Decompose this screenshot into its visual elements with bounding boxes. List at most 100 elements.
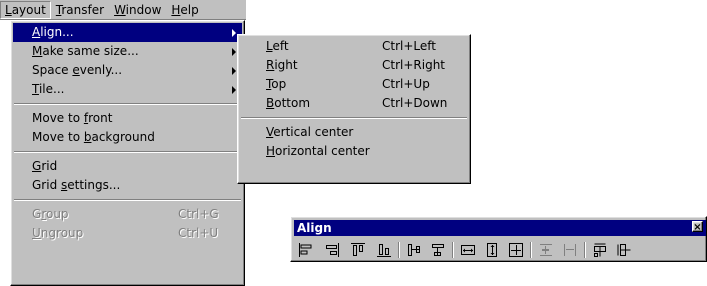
item-text: eft: [272, 39, 289, 53]
toolbar-titlebar[interactable]: Align ×: [294, 220, 706, 236]
item-shortcut: Ctrl+Left: [382, 39, 436, 53]
menu-item-make-same-size[interactable]: Make same size...: [13, 42, 242, 61]
menu-transfer[interactable]: Transfer: [51, 1, 109, 19]
align-horizontal-center-icon: [432, 244, 444, 256]
align-vertical-center-button[interactable]: [405, 241, 423, 259]
toolbar-separator: [584, 242, 586, 258]
align-horizontal-center-button[interactable]: [429, 241, 447, 259]
item-mnemonic: B: [266, 96, 275, 110]
align-left-button[interactable]: [297, 241, 315, 259]
layout-menu: Align... Make same size... Space evenly.…: [10, 20, 245, 286]
menu-window[interactable]: Window: [109, 1, 166, 19]
menu-layout[interactable]: Layout: [0, 0, 51, 19]
menu-help-label: elp: [180, 2, 199, 17]
align-left-icon: [299, 243, 312, 257]
item-text: ackground: [91, 130, 155, 144]
submenu-arrow-icon: [232, 67, 236, 75]
menu-item-move-to-background[interactable]: Move to background: [13, 128, 242, 147]
menu-separator: [14, 199, 241, 201]
toolbar-separator: [398, 242, 400, 258]
submenu-item-top[interactable]: Top Ctrl+Up: [240, 75, 468, 94]
space-evenly-vertical-button[interactable]: [537, 241, 555, 259]
toolbar-title: Align: [297, 221, 332, 235]
submenu-item-right[interactable]: Right Ctrl+Right: [240, 56, 468, 75]
menu-window-label: indow: [125, 2, 162, 17]
menu-bar: Layout Transfer Window Help: [0, 0, 246, 20]
item-mnemonic: G: [32, 159, 42, 173]
same-height-icon: [487, 243, 497, 257]
submenu-item-left[interactable]: Left Ctrl+Left: [240, 37, 468, 56]
submenu-arrow-icon: [232, 86, 236, 94]
toolbar-buttons: [297, 241, 706, 259]
menu-item-ungroup[interactable]: Ungroup Ctrl+U: [13, 224, 242, 243]
item-text: op: [271, 77, 287, 91]
item-mnemonic: A: [32, 25, 41, 39]
same-width-button[interactable]: [459, 241, 477, 259]
menu-item-group[interactable]: Group Ctrl+G: [13, 205, 242, 224]
submenu-arrow-icon: [232, 29, 236, 37]
item-text: ettings...: [67, 178, 121, 192]
align-toolbar: Align ×: [290, 216, 707, 262]
menu-transfer-label: ransfer: [61, 2, 105, 17]
menu-item-grid-settings[interactable]: Grid settings...: [13, 176, 242, 195]
align-vertical-center-icon: [408, 244, 420, 256]
submenu-item-bottom[interactable]: Bottom Ctrl+Down: [240, 94, 468, 113]
align-top-icon: [351, 243, 365, 256]
align-bottom-button[interactable]: [375, 241, 393, 259]
item-text: ight: [274, 58, 298, 72]
menu-separator: [241, 117, 467, 119]
item-text: ertical center: [273, 125, 354, 139]
tile-horizontal-icon: [617, 244, 631, 256]
menu-item-tile[interactable]: Tile...: [13, 80, 242, 99]
item-text-pre: G: [32, 207, 42, 221]
submenu-item-horizontal-center[interactable]: Horizontal center: [240, 142, 468, 161]
tile-vertical-icon: [594, 243, 606, 257]
align-top-button[interactable]: [349, 241, 367, 259]
submenu-item-vertical-center[interactable]: Vertical center: [240, 123, 468, 142]
align-submenu: Left Ctrl+Left Right Ctrl+Right Top Ctrl…: [237, 34, 471, 184]
space-evenly-horizontal-icon: [564, 244, 576, 256]
menu-item-grid[interactable]: Grid: [13, 157, 242, 176]
menu-item-align[interactable]: Align...: [13, 23, 242, 42]
item-shortcut: Ctrl+Right: [382, 58, 446, 72]
align-right-icon: [326, 243, 339, 257]
close-icon: ×: [693, 222, 702, 233]
item-text: ront: [88, 111, 113, 125]
item-mnemonic: H: [266, 144, 276, 158]
menu-layout-mnemonic: L: [5, 2, 12, 17]
same-height-button[interactable]: [483, 241, 501, 259]
item-mnemonic: T: [32, 82, 39, 96]
item-text: ngroup: [40, 226, 84, 240]
same-width-icon: [461, 245, 475, 255]
item-text-pre: Move to: [32, 111, 84, 125]
menu-item-space-evenly[interactable]: Space evenly...: [13, 61, 242, 80]
align-bottom-icon: [377, 244, 391, 257]
item-text: orizontal center: [275, 144, 370, 158]
tile-horizontal-button[interactable]: [615, 241, 633, 259]
item-shortcut: Ctrl+U: [178, 226, 219, 240]
same-size-button[interactable]: [507, 241, 525, 259]
item-text: ile...: [38, 82, 65, 96]
item-mnemonic: U: [32, 226, 41, 240]
menu-layout-label: ayout: [11, 2, 46, 17]
item-text: ottom: [274, 96, 311, 110]
close-button[interactable]: ×: [692, 221, 703, 233]
tile-vertical-button[interactable]: [591, 241, 609, 259]
menu-help[interactable]: Help: [166, 1, 203, 19]
item-shortcut: Ctrl+G: [178, 207, 219, 221]
item-mnemonic: e: [72, 63, 80, 77]
menu-item-move-to-front[interactable]: Move to front: [13, 109, 242, 128]
align-right-button[interactable]: [323, 241, 341, 259]
item-text-pre: Space: [32, 63, 73, 77]
item-shortcut: Ctrl+Down: [382, 96, 448, 110]
item-text: oup: [45, 207, 69, 221]
item-shortcut: Ctrl+Up: [382, 77, 430, 91]
space-evenly-horizontal-button[interactable]: [561, 241, 579, 259]
menu-separator: [14, 103, 241, 105]
item-text-pre: Move to: [32, 130, 84, 144]
submenu-arrow-icon: [232, 48, 236, 56]
menu-window-mnemonic: W: [114, 2, 126, 17]
menu-separator: [14, 151, 241, 153]
item-text: lign...: [40, 25, 74, 39]
item-text: ake same size...: [42, 44, 139, 58]
